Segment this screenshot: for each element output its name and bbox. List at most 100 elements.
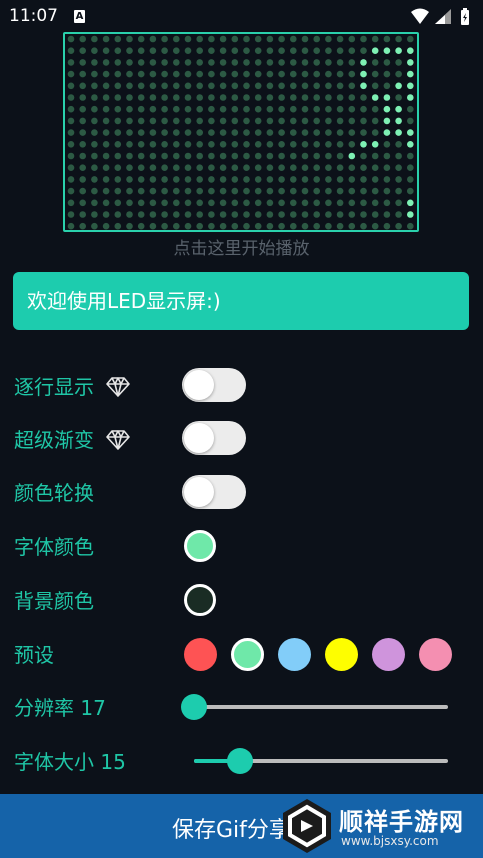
led-dot xyxy=(126,211,133,218)
led-dot xyxy=(313,94,320,101)
led-dot-lit xyxy=(407,94,414,101)
led-dot xyxy=(383,141,391,148)
led-dot xyxy=(184,59,192,66)
led-dot xyxy=(208,152,215,160)
led-dot xyxy=(336,164,344,171)
led-dot xyxy=(219,94,227,101)
led-dot xyxy=(348,117,356,125)
led-dot xyxy=(301,187,309,195)
led-dot xyxy=(290,141,297,148)
led-dot xyxy=(173,199,180,207)
led-dot xyxy=(196,141,203,148)
led-dot xyxy=(266,141,274,148)
led-dot xyxy=(266,187,274,195)
led-dot xyxy=(102,47,110,54)
led-text-input[interactable]: 欢迎使用LED显示屏:) xyxy=(13,272,469,330)
line-by-line-toggle[interactable] xyxy=(182,368,246,402)
preset-color-swatch[interactable] xyxy=(325,638,358,671)
led-dot xyxy=(231,35,239,43)
preset-color-swatch[interactable] xyxy=(231,638,264,671)
led-dot xyxy=(243,152,250,160)
led-dot xyxy=(383,70,391,78)
led-dot xyxy=(407,152,414,160)
led-dot xyxy=(290,70,297,78)
led-dot xyxy=(173,152,180,160)
led-dot-lit xyxy=(360,59,367,66)
background-color-label: 背景颜色 xyxy=(14,589,94,613)
led-dot xyxy=(196,129,203,136)
led-dot xyxy=(67,35,75,43)
a-notification-icon: A xyxy=(74,10,85,23)
slider-thumb[interactable] xyxy=(226,748,253,774)
led-preview-panel[interactable] xyxy=(63,32,419,232)
led-dot xyxy=(371,164,379,171)
play-hint[interactable]: 点击这里开始播放 xyxy=(0,234,483,259)
led-dot xyxy=(208,187,215,195)
led-dot xyxy=(126,35,133,43)
led-dot xyxy=(301,117,309,125)
slider-thumb[interactable] xyxy=(181,694,207,720)
led-dot xyxy=(114,222,122,230)
led-dot xyxy=(126,47,133,54)
led-dot xyxy=(371,222,379,230)
super-gradient-toggle[interactable] xyxy=(182,421,246,455)
background-color-swatch[interactable] xyxy=(184,584,216,616)
led-dot xyxy=(301,105,309,113)
led-dot xyxy=(161,117,168,125)
led-dot xyxy=(126,176,133,183)
led-dot xyxy=(383,187,391,195)
led-dot xyxy=(196,59,203,66)
led-dot xyxy=(301,70,309,78)
led-dot xyxy=(395,141,402,148)
diamond-icon xyxy=(106,376,131,397)
preset-color-swatch[interactable] xyxy=(184,638,217,671)
line-by-line-label: 逐行显示 xyxy=(14,372,131,402)
led-dot xyxy=(137,82,145,90)
led-dot xyxy=(278,211,285,218)
led-dot xyxy=(184,176,192,183)
led-dot xyxy=(231,141,239,148)
led-dot xyxy=(219,59,227,66)
led-dot xyxy=(313,164,320,171)
led-dot xyxy=(91,187,98,195)
led-dot xyxy=(184,94,192,101)
led-dot-lit xyxy=(360,82,367,90)
led-dot xyxy=(371,105,379,113)
led-dot xyxy=(266,152,274,160)
led-dot xyxy=(313,199,320,207)
font-color-swatch[interactable] xyxy=(184,530,216,562)
led-dot xyxy=(278,35,285,43)
led-dot xyxy=(360,47,367,54)
led-dot xyxy=(325,141,332,148)
save-gif-share-label: 保存Gif分享 xyxy=(172,818,291,843)
preset-color-swatch[interactable] xyxy=(419,638,452,671)
led-dot xyxy=(231,82,239,90)
led-dot xyxy=(395,59,402,66)
led-dot xyxy=(219,82,227,90)
font-size-slider[interactable] xyxy=(194,748,448,774)
led-dot xyxy=(184,70,192,78)
watermark-url: www.bjsxsy.com xyxy=(341,834,439,848)
led-dot xyxy=(336,35,344,43)
led-dot xyxy=(173,164,180,171)
led-dot xyxy=(395,199,402,207)
led-dot xyxy=(79,199,86,207)
led-dot xyxy=(301,222,309,230)
led-dot xyxy=(231,152,239,160)
led-dot xyxy=(196,47,203,54)
preset-color-swatch[interactable] xyxy=(278,638,311,671)
led-dot xyxy=(243,199,250,207)
led-dot xyxy=(301,176,309,183)
led-dot xyxy=(67,176,75,183)
led-dot xyxy=(278,129,285,136)
led-dot xyxy=(149,222,157,230)
led-dot xyxy=(173,35,180,43)
led-dot xyxy=(278,152,285,160)
led-dot-lit xyxy=(348,152,356,160)
preset-color-swatch[interactable] xyxy=(372,638,405,671)
color-rotation-toggle[interactable] xyxy=(182,475,246,509)
led-dot xyxy=(395,211,402,218)
led-dot xyxy=(219,187,227,195)
resolution-slider[interactable] xyxy=(181,694,448,720)
led-dot xyxy=(348,70,356,78)
